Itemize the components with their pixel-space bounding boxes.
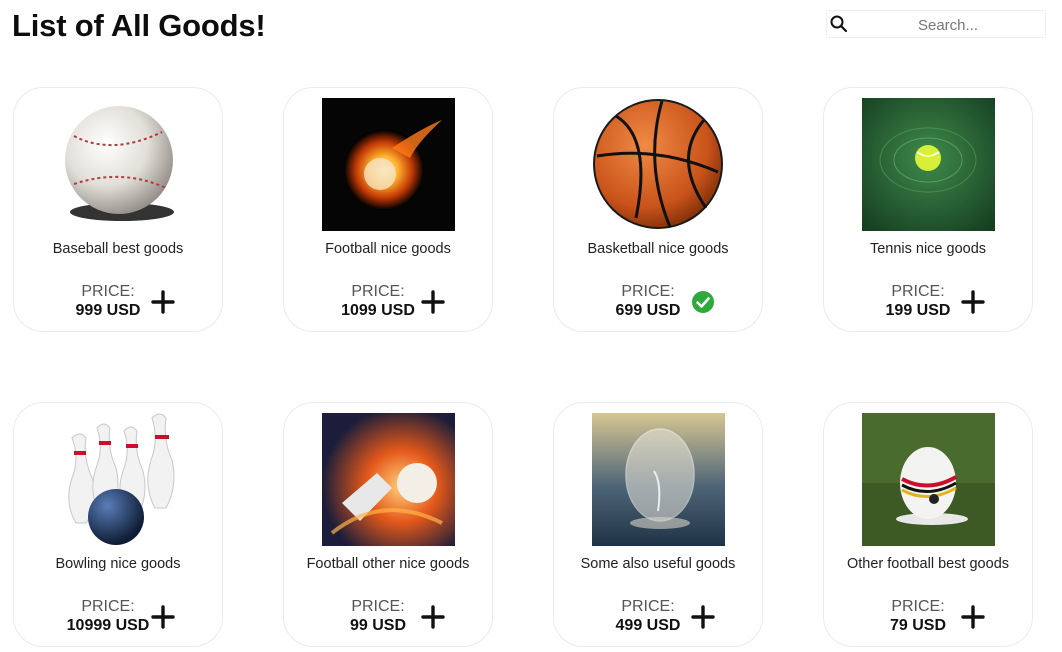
add-to-cart-plus-icon[interactable]: [420, 289, 446, 315]
product-card[interactable]: Bowling nice goods PRICE: 10999 USD: [13, 402, 223, 647]
product-card[interactable]: Football nice goods PRICE: 1099 USD: [283, 87, 493, 332]
product-name: Tennis nice goods: [869, 241, 987, 257]
product-image[interactable]: [52, 413, 185, 546]
product-image[interactable]: [322, 413, 455, 546]
product-card[interactable]: Basketball nice goods PRICE: 699 USD: [553, 87, 763, 332]
added-check-icon[interactable]: [690, 289, 716, 315]
product-card[interactable]: Tennis nice goods PRICE: 199 USD: [823, 87, 1033, 332]
product-name: Other football best goods: [846, 556, 1010, 572]
product-name: Bowling nice goods: [55, 556, 181, 572]
product-image[interactable]: [592, 98, 725, 231]
product-name: Baseball best goods: [52, 241, 184, 257]
product-image[interactable]: [862, 98, 995, 231]
add-to-cart-plus-icon[interactable]: [960, 604, 986, 630]
product-image[interactable]: [592, 413, 725, 546]
add-to-cart-plus-icon[interactable]: [690, 604, 716, 630]
add-to-cart-plus-icon[interactable]: [960, 289, 986, 315]
product-card[interactable]: Football other nice goods PRICE: 99 USD: [283, 402, 493, 647]
product-image[interactable]: [862, 413, 995, 546]
product-name: Some also useful goods: [580, 556, 736, 572]
product-image[interactable]: [322, 98, 455, 231]
product-grid: Baseball best goods PRICE: 999 USD Footb…: [0, 0, 1062, 652]
product-card[interactable]: Baseball best goods PRICE: 999 USD: [13, 87, 223, 332]
add-to-cart-plus-icon[interactable]: [150, 289, 176, 315]
product-name: Football other nice goods: [306, 556, 470, 572]
product-card[interactable]: Some also useful goods PRICE: 499 USD: [553, 402, 763, 647]
goods-page: List of All Goods! Baseball best goods P…: [0, 0, 1062, 652]
add-to-cart-plus-icon[interactable]: [420, 604, 446, 630]
product-name: Football nice goods: [325, 241, 451, 257]
product-card[interactable]: Other football best goods PRICE: 79 USD: [823, 402, 1033, 647]
product-image[interactable]: [52, 98, 185, 231]
add-to-cart-plus-icon[interactable]: [150, 604, 176, 630]
product-name: Basketball nice goods: [587, 241, 729, 257]
